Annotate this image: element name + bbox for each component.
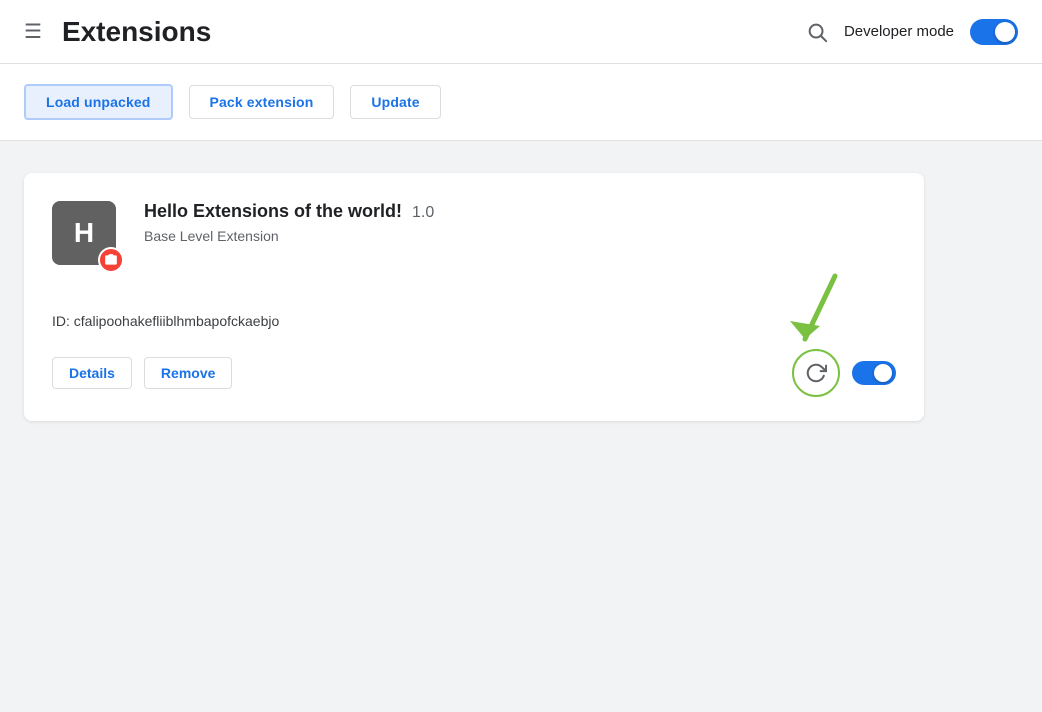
search-icon[interactable] — [806, 21, 828, 43]
page-title: Extensions — [62, 16, 806, 48]
extension-name-row: Hello Extensions of the world! 1.0 — [144, 201, 896, 222]
pack-extension-button[interactable]: Pack extension — [189, 85, 335, 119]
card-right — [792, 349, 896, 397]
extension-id-label: ID: — [52, 313, 70, 329]
extension-description: Base Level Extension — [144, 228, 896, 244]
details-button[interactable]: Details — [52, 357, 132, 389]
card-top: H Hello Extensions of the world! 1.0 Bas… — [52, 201, 896, 273]
developer-mode-toggle[interactable] — [970, 19, 1018, 45]
card-actions: Details Remove — [52, 357, 232, 389]
extension-id-value: cfalipoohakefliiblhmbapofckaebjo — [74, 313, 279, 329]
refresh-button[interactable] — [792, 349, 840, 397]
main-content: H Hello Extensions of the world! 1.0 Bas… — [0, 141, 1042, 712]
extension-version: 1.0 — [412, 204, 434, 222]
developer-mode-label: Developer mode — [844, 23, 954, 40]
extension-card: H Hello Extensions of the world! 1.0 Bas… — [24, 173, 924, 421]
arrow-annotation — [760, 271, 850, 351]
update-button[interactable]: Update — [350, 85, 440, 119]
refresh-icon — [805, 362, 827, 384]
extension-info: Hello Extensions of the world! 1.0 Base … — [144, 201, 896, 244]
extension-icon-wrap: H — [52, 201, 124, 273]
remove-button[interactable]: Remove — [144, 357, 232, 389]
extension-toggle-thumb — [874, 364, 892, 382]
extension-icon-letter: H — [74, 217, 94, 249]
extension-badge-icon — [98, 247, 124, 273]
header-controls: Developer mode — [806, 19, 1018, 45]
header: ☰ Extensions Developer mode — [0, 0, 1042, 64]
card-bottom: Details Remove — [52, 349, 896, 397]
extension-toggle[interactable] — [852, 361, 896, 385]
toolbar: Load unpacked Pack extension Update — [0, 64, 1042, 141]
menu-icon[interactable]: ☰ — [24, 22, 42, 42]
extension-name: Hello Extensions of the world! — [144, 201, 402, 222]
refresh-button-wrap — [792, 349, 840, 397]
load-unpacked-button[interactable]: Load unpacked — [24, 84, 173, 120]
